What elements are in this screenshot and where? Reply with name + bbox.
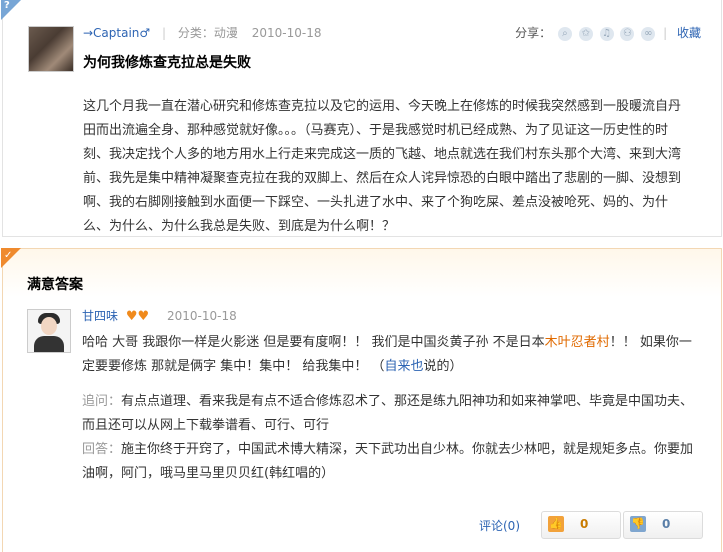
answer-body: 哈哈 大哥 我跟你一样是火影迷 但是要有度啊！！ 我们是中国炎黄子孙 不是日本木… <box>82 331 694 379</box>
answer-link-konoha[interactable]: 木叶忍者村 <box>545 335 610 350</box>
question-title: 为何我修炼查克拉总是失败 <box>83 55 251 71</box>
thumbs-up-icon: 👍 <box>548 516 564 532</box>
answerer-avatar[interactable] <box>27 309 71 353</box>
upvote-count: 0 <box>580 517 589 531</box>
answer-header-title: 满意答案 <box>27 277 83 293</box>
question-panel: ? →Captain♂ | 分类：动漫 2010-10-18 分享： ⌕ ✩ ♫… <box>1 0 722 237</box>
check-icon: ✓ <box>4 250 13 261</box>
question-body: 这几个月我一直在潜心研究和修炼查克拉以及它的运用、今天晚上在修炼的时候我突然感到… <box>83 99 682 234</box>
share-divider: | <box>663 26 668 40</box>
best-answer-panel: ✓ 满意答案 甘四味 ♥♥ 2010-10-18 哈哈 大哥 我跟你一样是火影迷… <box>1 248 722 552</box>
heart-rank-icon: ♥♥ <box>125 309 150 324</box>
downvote-button[interactable]: 👎 0 <box>623 511 703 539</box>
comment-link[interactable]: 评论(0) <box>479 517 520 534</box>
search-icon[interactable]: ⌕ <box>557 26 572 41</box>
answerer-username[interactable]: 甘四味 <box>82 309 118 323</box>
reply-label: 回答： <box>82 442 122 457</box>
answer-text: 哈哈 大哥 我跟你一样是火影迷 但是要有度啊！！ 我们是中国炎黄子孙 不是日本 <box>82 335 545 350</box>
followup-label: 追问： <box>82 394 122 409</box>
upvote-button[interactable]: 👍 0 <box>541 511 621 539</box>
question-meta: →Captain♂ | 分类：动漫 2010-10-18 <box>83 24 321 41</box>
share-label: 分享： <box>515 26 552 40</box>
followup-answer: 回答：施主你终于开窍了，中国武术博大精深，天下武功出自少林。你就去少林吧，就是规… <box>82 438 694 486</box>
user-icon[interactable]: ⚇ <box>620 26 635 41</box>
share-bar: 分享： ⌕ ✩ ♫ ⚇ ∞ | 收藏 <box>515 24 701 41</box>
followup-text: 有点点道理、看来我是有点不适合修炼忍术了、那还是练九阳神功和如来神掌吧、毕竟是中… <box>82 394 694 433</box>
answer-date: 2010-10-18 <box>166 309 237 323</box>
meta-separator: | <box>162 26 167 40</box>
answer-meta: 甘四味 ♥♥ 2010-10-18 <box>82 307 237 324</box>
question-category: 分类：动漫 <box>177 26 238 40</box>
answer-text: 说的） <box>423 359 463 374</box>
answer-header <box>3 249 721 297</box>
star-icon[interactable]: ✩ <box>578 26 593 41</box>
thumbs-down-icon: 👎 <box>630 516 646 532</box>
followup-question: 追问：有点点道理、看来我是有点不适合修炼忍术了、那还是练九阳神功和如来神掌吧、毕… <box>82 390 694 438</box>
weibo-icon[interactable]: ∞ <box>641 26 656 41</box>
answer-footer: 评论(0) 👍 0 👎 0 <box>3 507 721 547</box>
reply-text: 施主你终于开窍了，中国武术博大精深，天下武功出自少林。你就去少林吧，就是规矩多点… <box>82 442 694 481</box>
asker-avatar[interactable] <box>28 26 74 72</box>
followup-thread: 追问：有点点道理、看来我是有点不适合修炼忍术了、那还是练九阳神功和如来神掌吧、毕… <box>82 390 694 486</box>
answer-link-jiraiya[interactable]: 自来也 <box>385 359 424 374</box>
question-date: 2010-10-18 <box>251 26 322 40</box>
bell-icon[interactable]: ♫ <box>599 26 614 41</box>
question-mark-icon: ? <box>4 0 10 11</box>
downvote-count: 0 <box>662 517 671 531</box>
asker-username[interactable]: →Captain♂ <box>83 26 150 40</box>
collect-link[interactable]: 收藏 <box>677 26 701 40</box>
